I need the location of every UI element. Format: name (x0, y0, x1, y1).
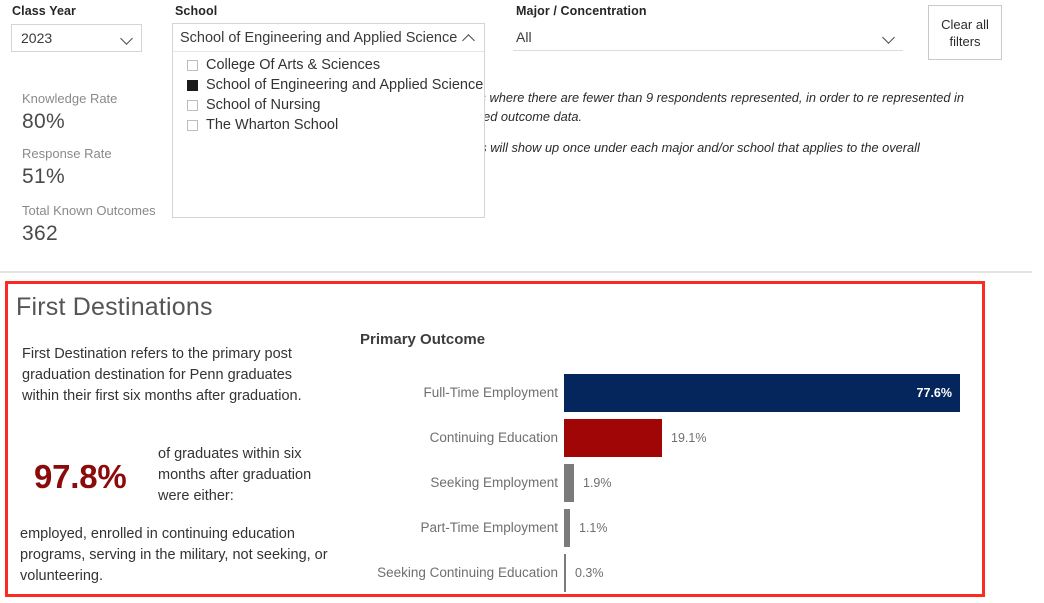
bar-category-label: Full-Time Employment (423, 385, 558, 400)
bar-track: 1.9% (564, 460, 970, 505)
table-row[interactable]: Continuing Education 19.1% (360, 415, 970, 460)
class-year-value: 2023 (21, 30, 53, 46)
first-destinations-footnote: employed, enrolled in continuing educati… (20, 526, 328, 584)
bar-category-label: Continuing Education (429, 430, 558, 445)
primary-outcome-bar-chart: Full-Time Employment 77.6% Continuing Ed… (360, 370, 970, 595)
headline-percentage: 97.8% (34, 458, 127, 495)
school-option-college-of-arts-sciences[interactable]: College Of Arts & Sciences (173, 55, 484, 75)
school-option-nursing[interactable]: School of Nursing (173, 95, 484, 115)
bar-value-label: 19.1% (671, 430, 707, 445)
bar-value-label: 77.6% (916, 385, 952, 400)
bar-track: 0.3% (564, 550, 970, 595)
chevron-down-icon (884, 32, 895, 43)
table-row[interactable]: Part-Time Employment 1.1% (360, 505, 970, 550)
school-option-wharton[interactable]: The Wharton School (173, 115, 484, 135)
bar-value-label: 1.1% (579, 520, 608, 535)
major-concentration-value: All (516, 29, 532, 45)
bar-seeking-continuing-education[interactable] (564, 553, 566, 592)
school-dropdown-header[interactable]: School of Engineering and Applied Scienc… (173, 24, 484, 52)
checkbox-icon[interactable] (187, 59, 198, 71)
headline-percentage-caption: of graduates within six months after gra… (158, 446, 312, 504)
bar-part-time-employment[interactable] (564, 508, 570, 547)
checkbox-icon[interactable] (187, 119, 198, 131)
chevron-down-icon (122, 33, 133, 44)
major-concentration-select[interactable]: All (513, 24, 903, 51)
class-year-select[interactable]: 2023 (11, 24, 142, 52)
school-option-label: The Wharton School (206, 117, 339, 133)
chart-title: Primary Outcome (360, 331, 486, 348)
table-row[interactable]: Full-Time Employment 77.6% (360, 370, 970, 415)
table-row[interactable]: Seeking Continuing Education 0.3% (360, 550, 970, 595)
kpi-response-rate-label: Response Rate (22, 146, 112, 161)
kpi-knowledge-rate-value: 80% (22, 110, 65, 133)
bar-category-label: Seeking Continuing Education (377, 565, 558, 580)
bar-track: 19.1% (564, 415, 970, 460)
bar-full-time-employment[interactable]: 77.6% (564, 373, 960, 412)
kpi-total-known-outcomes-value: 362 (22, 222, 58, 245)
school-option-label: College Of Arts & Sciences (206, 57, 381, 73)
kpi-total-known-outcomes-label: Total Known Outcomes (22, 203, 156, 218)
school-selected-value: School of Engineering and Applied Scienc… (180, 29, 458, 46)
school-option-label: School of Engineering and Applied Scienc… (206, 77, 484, 93)
class-year-filter-label: Class Year (12, 4, 77, 18)
first-destinations-description: First Destination refers to the primary … (22, 346, 302, 404)
bar-track: 1.1% (564, 505, 970, 550)
school-option-list: College Of Arts & Sciences School of Eng… (173, 52, 484, 135)
school-option-label: School of Nursing (206, 97, 321, 113)
school-multiselect-dropdown[interactable]: School of Engineering and Applied Scienc… (172, 23, 485, 218)
bar-category-label: Seeking Employment (430, 475, 558, 490)
bar-value-label: 0.3% (575, 565, 604, 580)
chevron-up-icon[interactable] (464, 32, 475, 43)
checkbox-icon[interactable] (187, 99, 198, 111)
table-row[interactable]: Seeking Employment 1.9% (360, 460, 970, 505)
major-concentration-filter-label: Major / Concentration (516, 4, 647, 18)
kpi-knowledge-rate-label: Knowledge Rate (22, 91, 118, 106)
section-divider (0, 271, 1032, 273)
school-option-engineering-applied-science[interactable]: School of Engineering and Applied Scienc… (173, 75, 484, 95)
kpi-response-rate-value: 51% (22, 165, 65, 188)
bar-category-label: Part-Time Employment (420, 520, 558, 535)
page-title: First Destinations (16, 293, 213, 321)
checkbox-checked-icon[interactable] (187, 79, 198, 91)
bar-seeking-employment[interactable] (564, 463, 574, 502)
clear-all-filters-button[interactable]: Clear all filters (928, 5, 1002, 60)
bar-continuing-education[interactable] (564, 418, 662, 457)
bar-track: 77.6% (564, 370, 970, 415)
bar-value-label: 1.9% (583, 475, 612, 490)
school-filter-label: School (175, 4, 218, 18)
